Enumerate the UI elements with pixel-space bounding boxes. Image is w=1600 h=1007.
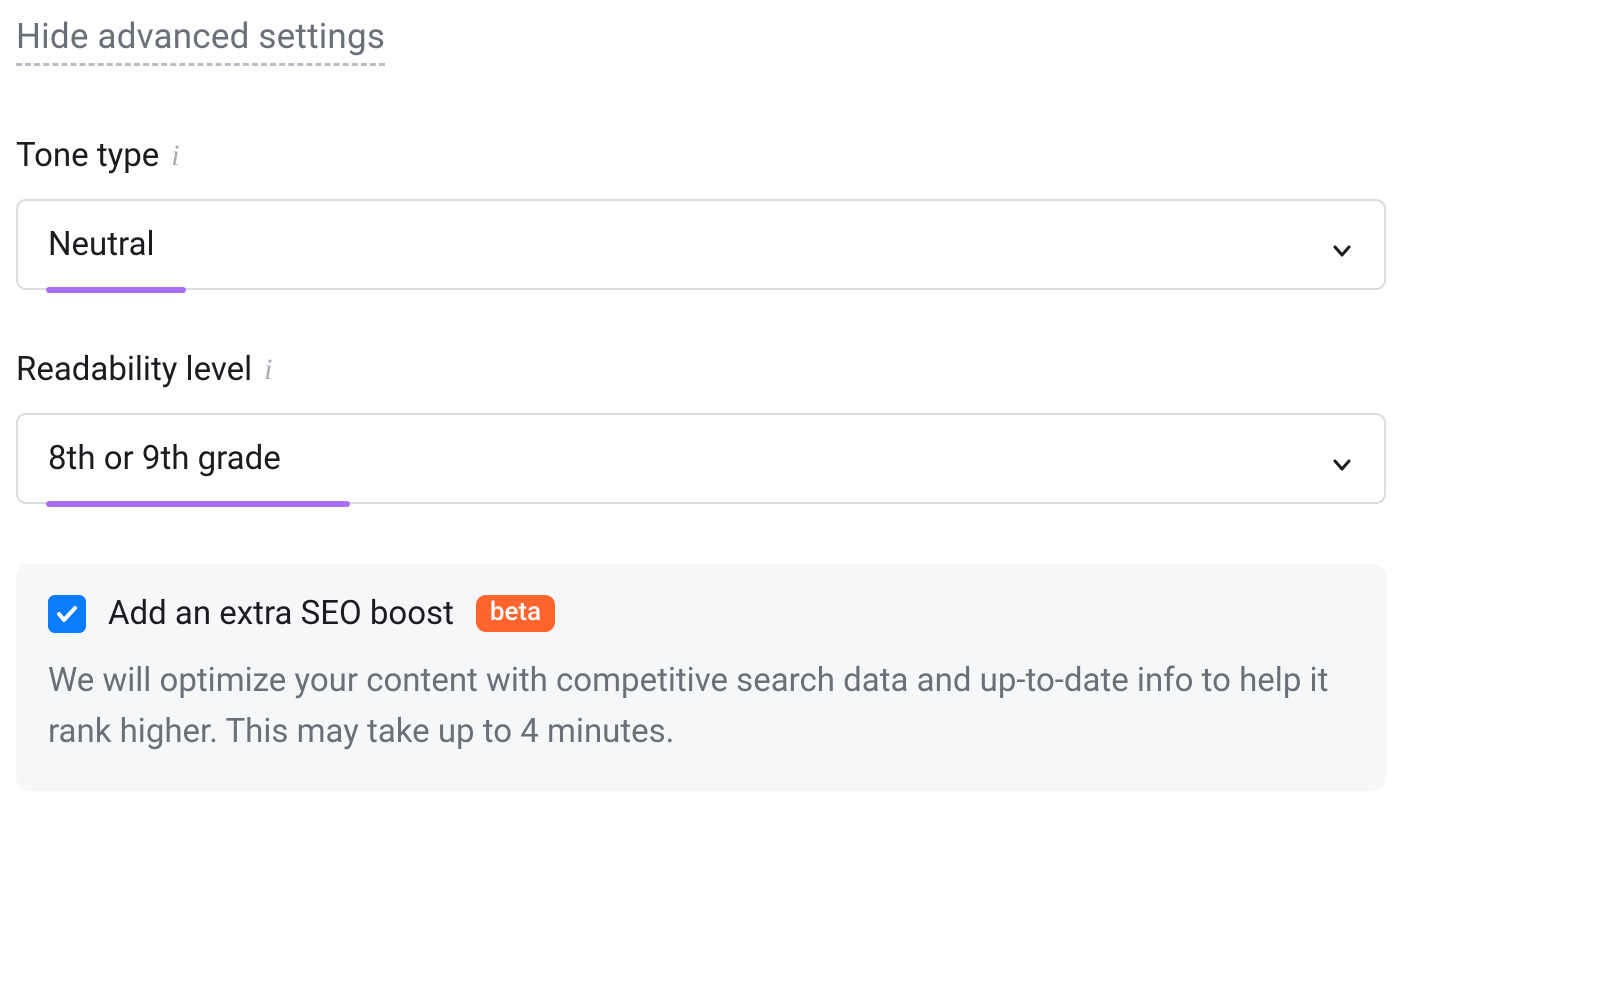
tone-type-label: Tone type i [16,136,180,175]
tone-type-value: Neutral [48,225,155,264]
info-icon[interactable]: i [264,355,272,385]
chevron-down-icon [1330,447,1354,471]
tone-type-select[interactable]: Neutral [16,199,1386,290]
seo-boost-checkbox[interactable] [48,595,86,633]
hide-advanced-settings-link[interactable]: Hide advanced settings [16,16,385,66]
seo-boost-description: We will optimize your content with compe… [48,655,1354,757]
readability-level-value: 8th or 9th grade [48,439,281,478]
tone-type-label-text: Tone type [16,136,159,175]
accent-underline [46,501,350,507]
readability-level-select[interactable]: 8th or 9th grade [16,413,1386,504]
beta-badge: beta [476,595,555,632]
info-icon[interactable]: i [171,141,179,171]
seo-boost-title: Add an extra SEO boost [108,594,454,633]
accent-underline [46,287,186,293]
chevron-down-icon [1330,233,1354,257]
readability-level-label-text: Readability level [16,350,252,389]
readability-level-label: Readability level i [16,350,273,389]
seo-boost-panel: Add an extra SEO boost beta We will opti… [16,564,1386,791]
